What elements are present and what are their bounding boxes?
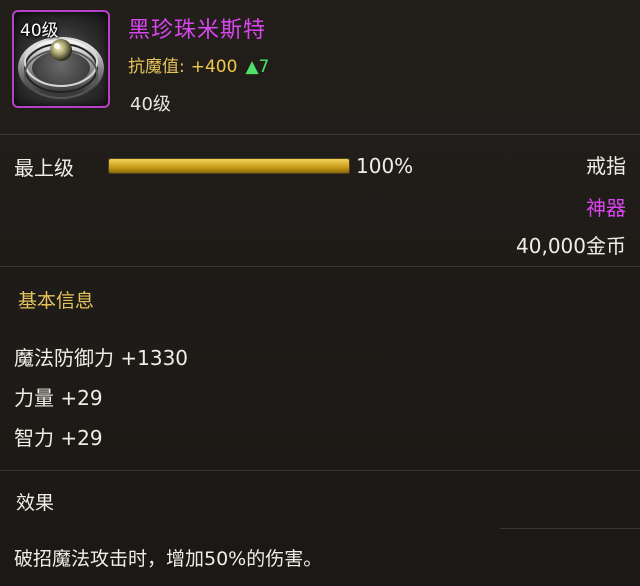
attribute-line: 力量 +29: [14, 386, 103, 410]
upgrade-rank-label: 最上级: [14, 156, 74, 180]
upgrade-progress-percent: 100%: [356, 154, 414, 178]
divider: [0, 470, 640, 471]
attribute-line: 魔法防御力 +1330: [14, 346, 189, 370]
item-price: 40,000金币: [516, 234, 626, 258]
divider: [0, 266, 640, 267]
attribute-line: 智力 +29: [14, 426, 103, 450]
upgrade-progress-bar: [108, 158, 350, 174]
main-stat-row: 抗魔值: +400 ▲7: [128, 52, 269, 77]
main-stat-label: 抗魔值:: [128, 57, 185, 77]
item-name: 黑珍珠米斯特: [128, 18, 267, 43]
divider: [500, 528, 640, 529]
effect-title: 效果: [16, 492, 55, 514]
required-level: 40级: [130, 94, 171, 115]
item-tooltip-panel: 40级 黑珍珠米斯特 抗魔值: +400 ▲7 40级 最上级 100% 戒指 神器…: [0, 0, 640, 586]
item-slot-type: 戒指: [586, 154, 626, 178]
item-icon-frame[interactable]: 40级: [12, 10, 110, 108]
item-rarity: 神器: [586, 196, 626, 220]
divider: [0, 134, 640, 135]
effect-description: 破招魔法攻击时，增加50%的伤害。: [14, 548, 323, 570]
main-stat-value: +400: [190, 57, 238, 77]
main-stat-delta: ▲7: [245, 57, 270, 77]
basic-info-title: 基本信息: [18, 290, 95, 312]
icon-level-badge: 40级: [20, 21, 59, 41]
upgrade-progress-fill: [109, 159, 349, 173]
